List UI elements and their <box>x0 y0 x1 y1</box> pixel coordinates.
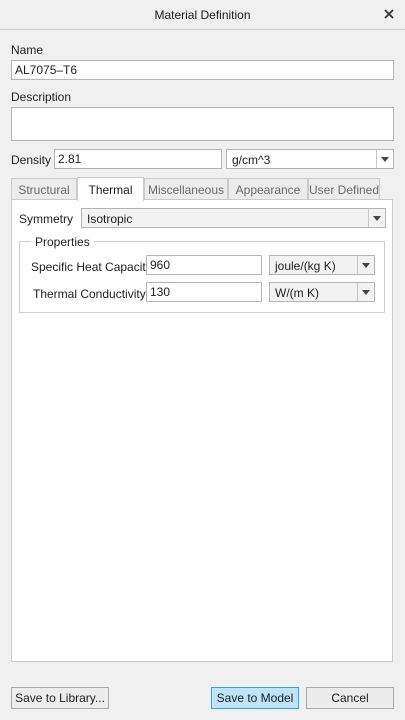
tab-appearance[interactable]: Appearance <box>228 178 308 200</box>
specific-heat-label: Specific Heat Capacity <box>31 260 152 274</box>
specific-heat-unit-value: joule/(kg K) <box>275 259 336 273</box>
density-input[interactable] <box>54 149 222 169</box>
density-unit-select[interactable]: g/cm^3 <box>226 149 394 169</box>
tab-label: Miscellaneous <box>147 182 225 197</box>
chevron-down-icon[interactable] <box>368 209 385 227</box>
description-label: Description <box>11 90 72 104</box>
specific-heat-unit-select[interactable]: joule/(kg K) <box>269 255 375 275</box>
density-label: Density <box>11 153 52 167</box>
tab-label: Thermal <box>88 182 133 197</box>
description-input[interactable] <box>11 107 394 141</box>
tab-structural[interactable]: Structural <box>11 178 77 200</box>
window-title: Material Definition <box>154 8 251 22</box>
save-to-model-button[interactable]: Save to Model <box>211 687 299 709</box>
close-icon[interactable] <box>381 6 397 22</box>
title-bar: Material Definition <box>0 0 405 30</box>
chevron-down-icon[interactable] <box>376 150 393 168</box>
thermal-conductivity-label: Thermal Conductivity <box>33 287 146 301</box>
thermal-conductivity-input[interactable] <box>146 282 262 302</box>
properties-group <box>19 241 385 313</box>
tab-label: Appearance <box>235 182 301 197</box>
specific-heat-input[interactable] <box>146 255 262 275</box>
properties-legend: Properties <box>31 235 94 249</box>
save-to-library-button[interactable]: Save to Library... <box>11 687 109 709</box>
tab-miscellaneous[interactable]: Miscellaneous <box>144 178 228 200</box>
name-label: Name <box>11 43 44 57</box>
thermal-conductivity-unit-select[interactable]: W/(m K) <box>269 282 375 302</box>
density-unit-value: g/cm^3 <box>232 153 271 167</box>
tab-thermal[interactable]: Thermal <box>77 177 144 201</box>
chevron-down-icon[interactable] <box>357 256 374 274</box>
symmetry-label: Symmetry <box>19 212 73 226</box>
tab-label: User Defined <box>308 182 380 197</box>
symmetry-select[interactable]: Isotropic <box>81 208 386 228</box>
tab-label: Structural <box>18 182 70 197</box>
cancel-button[interactable]: Cancel <box>306 687 394 709</box>
symmetry-value: Isotropic <box>87 212 133 226</box>
thermal-conductivity-unit-value: W/(m K) <box>275 286 319 300</box>
tab-user-defined[interactable]: User Defined <box>308 178 380 200</box>
chevron-down-icon[interactable] <box>357 283 374 301</box>
name-input[interactable] <box>11 60 394 80</box>
